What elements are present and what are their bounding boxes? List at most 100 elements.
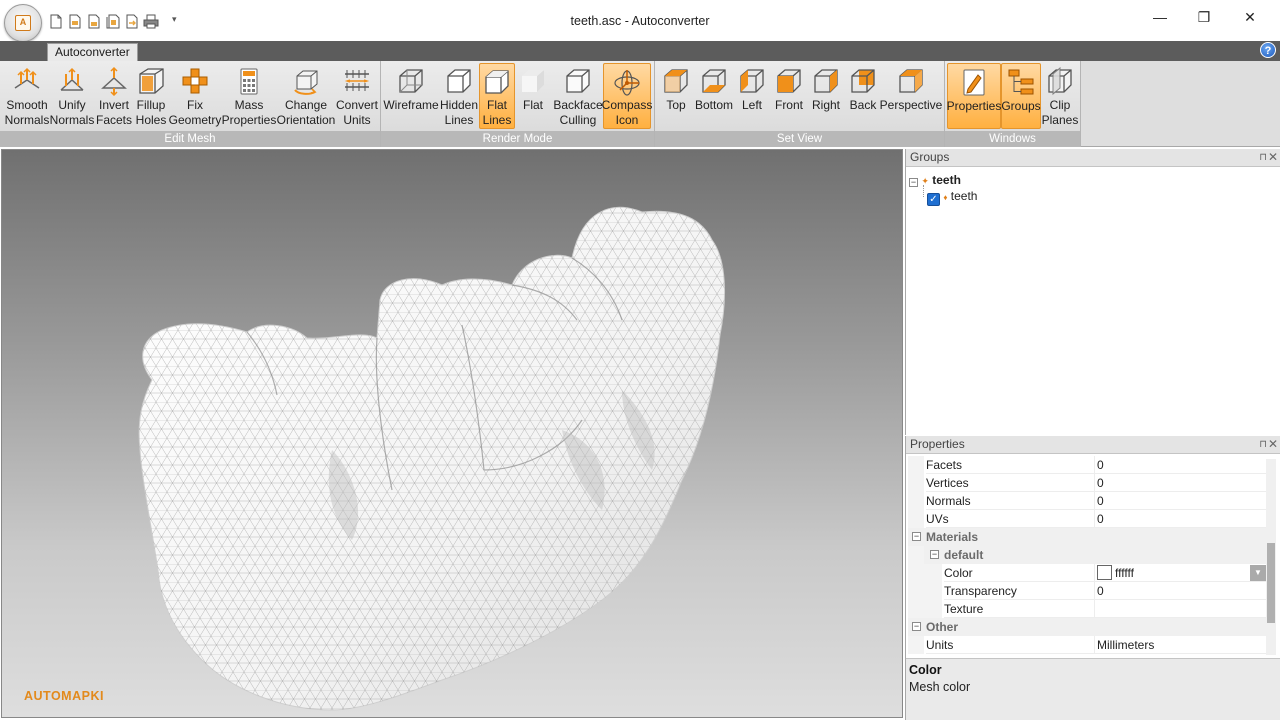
print-icon[interactable]	[143, 12, 159, 30]
properties-panel-title: Properties ⊓ ✕	[906, 436, 1280, 454]
groups-panel-title: Groups ⊓ ✕	[906, 149, 1280, 167]
bottom-view-cube-icon	[698, 64, 730, 98]
prop-row-texture[interactable]: Texture	[908, 600, 1266, 618]
application-menu-button[interactable]: A	[4, 4, 42, 42]
prop-row-vertices[interactable]: Vertices 0	[908, 474, 1266, 492]
right-view-cube-icon	[810, 64, 842, 98]
pin-icon[interactable]: ⊓	[1259, 436, 1267, 453]
property-description: Color Mesh color	[906, 658, 1280, 720]
prop-row-uvs[interactable]: UVs 0	[908, 510, 1266, 528]
change-orientation-icon	[290, 64, 322, 98]
collapse-icon[interactable]: −	[930, 550, 939, 559]
export-icon[interactable]	[124, 12, 140, 30]
view-left-button[interactable]: Left	[735, 63, 769, 129]
3d-viewport[interactable]: AUTOMAPKI	[1, 149, 903, 718]
view-front-button[interactable]: Front	[771, 63, 807, 129]
customize-qat-chevron-icon[interactable]: ▾	[172, 14, 177, 25]
convert-units-button[interactable]: Convert Units	[336, 63, 378, 129]
pin-icon[interactable]: ⊓	[1259, 149, 1267, 166]
color-dropdown[interactable]: ffffff ▼	[1094, 564, 1266, 582]
prop-row-color[interactable]: Color ffffff ▼	[908, 564, 1266, 582]
collapse-icon[interactable]: −	[912, 532, 921, 541]
view-bottom-button[interactable]: Bottom	[693, 63, 735, 129]
wireframe-button[interactable]: Wireframe	[383, 63, 439, 129]
save-as-icon[interactable]	[105, 12, 121, 30]
collapse-icon[interactable]: −	[909, 178, 918, 187]
hidden-lines-button[interactable]: Hidden Lines	[439, 63, 479, 129]
tree-connector	[923, 185, 924, 197]
tab-autoconverter[interactable]: Autoconverter	[47, 43, 138, 62]
group-caption-edit-mesh: Edit Mesh	[0, 131, 380, 147]
close-panel-icon[interactable]: ✕	[1268, 436, 1278, 453]
invert-facets-button[interactable]: Invert Facets	[94, 63, 134, 129]
hidden-lines-cube-icon	[443, 64, 475, 98]
calculator-icon	[233, 64, 265, 98]
smooth-normals-button[interactable]: Smooth Normals	[4, 63, 50, 129]
properties-scrollbar[interactable]	[1266, 459, 1276, 655]
compass-icon-button[interactable]: Compass Icon	[602, 63, 652, 129]
prop-category-materials[interactable]: − Materials	[908, 528, 1266, 546]
properties-window-button[interactable]: Properties	[947, 63, 1001, 129]
ribbon: Smooth Normals Unify Normals Invert Face…	[0, 61, 1280, 147]
prop-row-facets[interactable]: Facets 0	[908, 456, 1266, 474]
ribbon-group-edit-mesh: Smooth Normals Unify Normals Invert Face…	[0, 61, 381, 147]
properties-icon	[958, 65, 990, 99]
quick-access-toolbar	[48, 12, 159, 30]
view-top-button[interactable]: Top	[659, 63, 693, 129]
view-right-button[interactable]: Right	[809, 63, 843, 129]
save-file-icon[interactable]	[86, 12, 102, 30]
fix-geometry-button[interactable]: Fix Geometry	[168, 63, 222, 129]
group-caption-windows: Windows	[945, 131, 1080, 147]
prop-row-normals[interactable]: Normals 0	[908, 492, 1266, 510]
close-window-button[interactable]: ✕	[1227, 6, 1273, 28]
group-caption-render-mode: Render Mode	[381, 131, 654, 147]
ribbon-tab-strip: Autoconverter ?	[0, 41, 1280, 62]
ruler-icon	[341, 64, 373, 98]
teeth-mesh-model	[138, 206, 725, 711]
groups-tree-icon	[1005, 65, 1037, 99]
maximize-button[interactable]: ❐	[1181, 6, 1227, 28]
prop-row-units[interactable]: Units Millimeters	[908, 636, 1266, 654]
groups-window-button[interactable]: Groups	[1001, 63, 1041, 129]
prop-row-transparency[interactable]: Transparency 0	[908, 582, 1266, 600]
clip-planes-button[interactable]: Clip Planes	[1041, 63, 1079, 129]
flat-button[interactable]: Flat	[515, 63, 551, 129]
mass-properties-button[interactable]: Mass Properties	[222, 63, 276, 129]
view-back-button[interactable]: Back	[845, 63, 881, 129]
ribbon-group-set-view: Top Bottom Left Front Right Back Perspec…	[655, 61, 945, 147]
flat-cube-icon	[517, 64, 549, 98]
top-view-cube-icon	[660, 64, 692, 98]
back-view-cube-icon	[847, 64, 879, 98]
chevron-down-icon[interactable]: ▼	[1250, 565, 1266, 581]
change-orientation-button[interactable]: Change Orientation	[276, 63, 336, 129]
collapse-icon[interactable]: −	[912, 622, 921, 631]
open-file-icon[interactable]	[67, 12, 83, 30]
prop-category-default[interactable]: − default	[908, 546, 1266, 564]
prop-category-other[interactable]: − Other	[908, 618, 1266, 636]
close-panel-icon[interactable]: ✕	[1268, 149, 1278, 166]
visibility-checkbox[interactable]: ✓	[927, 193, 940, 206]
tree-node-child[interactable]: ✓ ♦ teeth	[927, 189, 977, 206]
ribbon-group-windows: Properties Groups Clip Planes Windows	[945, 61, 1081, 147]
clip-planes-cube-icon	[1044, 64, 1076, 98]
properties-panel: Properties ⊓ ✕ Facets 0 Vertices 0 Norma…	[905, 436, 1280, 720]
help-icon[interactable]: ?	[1260, 42, 1276, 58]
backface-culling-button[interactable]: Backface Culling	[553, 63, 603, 129]
flat-lines-cube-icon	[481, 65, 513, 98]
unify-normals-icon	[56, 64, 88, 98]
mesh-silhouette	[138, 206, 725, 711]
new-file-icon[interactable]	[48, 12, 64, 30]
tree-node-root[interactable]: − ✦ teeth	[909, 173, 961, 187]
title-bar: A ▾ teeth.asc - Autoconverter — ❐ ✕	[0, 0, 1280, 42]
property-grid: Facets 0 Vertices 0 Normals 0 UVs 0 − Ma…	[908, 455, 1266, 655]
flat-lines-button[interactable]: Flat Lines	[479, 63, 515, 129]
fillup-holes-button[interactable]: Fillup Holes	[134, 63, 168, 129]
compass-icon	[611, 65, 643, 98]
watermark-logo: AUTOMAPKI	[24, 689, 104, 703]
unify-normals-button[interactable]: Unify Normals	[50, 63, 94, 129]
wireframe-cube-icon	[395, 64, 427, 98]
scrollbar-thumb[interactable]	[1267, 543, 1275, 623]
view-perspective-button[interactable]: Perspective	[880, 63, 942, 129]
minimize-button[interactable]: —	[1137, 6, 1183, 28]
tree-node-label: teeth	[950, 189, 978, 203]
